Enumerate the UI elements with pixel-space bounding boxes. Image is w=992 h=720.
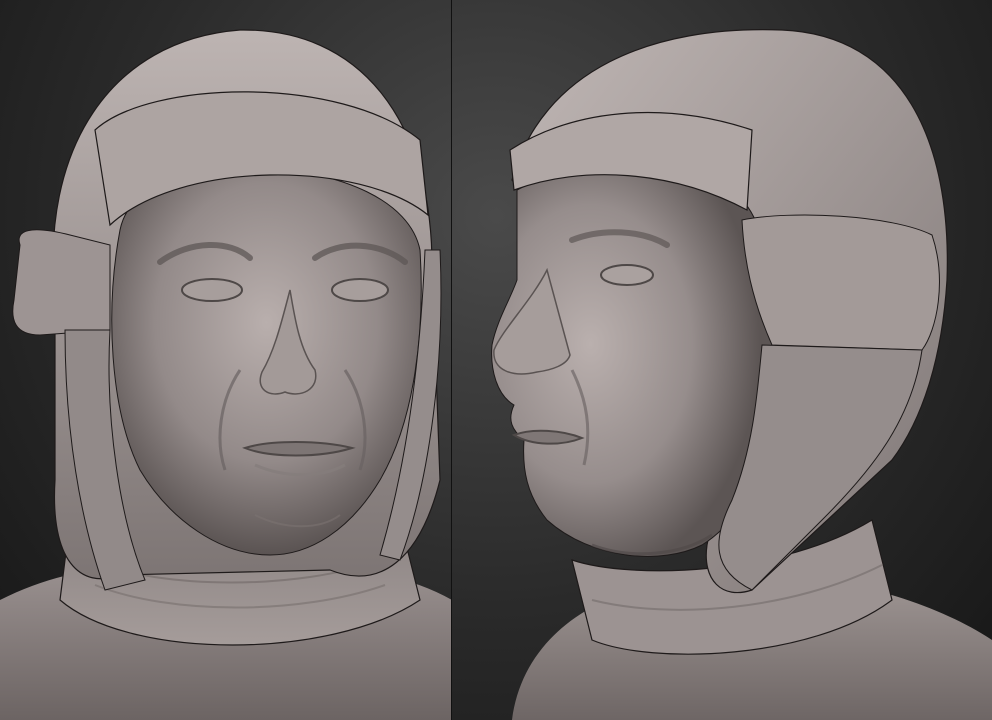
left-ear-flap: [12, 229, 111, 336]
eye: [600, 264, 654, 286]
left-eye: [181, 278, 243, 302]
render-viewport: [0, 0, 992, 720]
front-view-sculpt: [0, 29, 452, 720]
three-quarter-view-sculpt: [491, 29, 992, 720]
ear-flap: [741, 214, 940, 351]
right-eye: [331, 278, 389, 302]
three-quarter-view-panel: [452, 0, 992, 720]
front-view-panel: [0, 0, 452, 720]
